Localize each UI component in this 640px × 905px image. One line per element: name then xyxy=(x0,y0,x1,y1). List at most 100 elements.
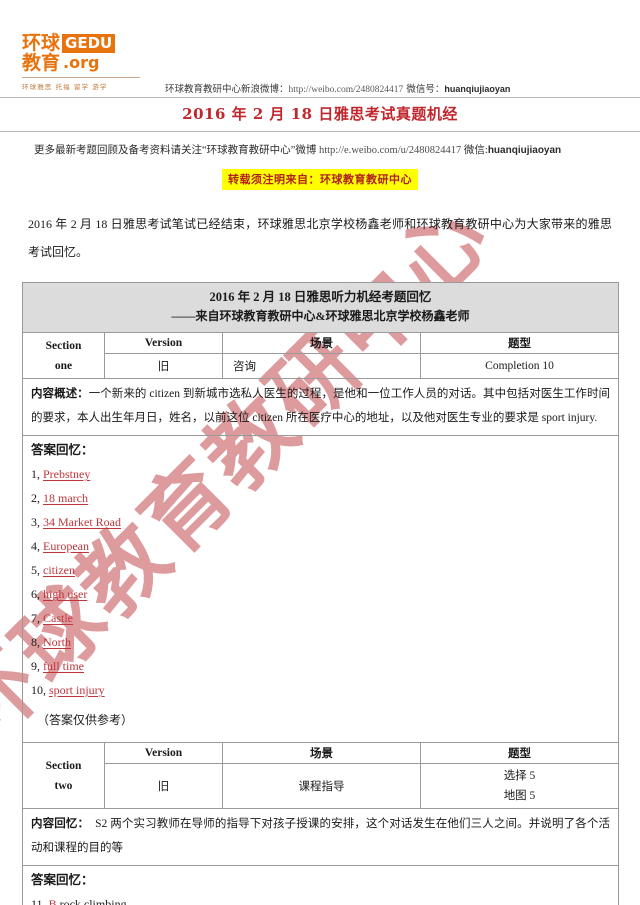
section-one-summary-text: 一个新来的 citizen 到新城市选私人医生的过程，是他和一位工作人员的对话。… xyxy=(31,388,610,424)
answer-text: 34 Market Road xyxy=(43,515,121,529)
header-divider-bottom xyxy=(0,131,640,132)
answer-number: 10, xyxy=(31,683,46,697)
column-header-type: 题型 xyxy=(420,332,619,354)
repost-note-container: 转载须注明来自：环球教育教研中心 xyxy=(0,169,640,190)
follow-wechat-label: 微信: xyxy=(463,145,488,156)
list-item: 6, high user xyxy=(31,582,610,606)
answer-text: 18 march xyxy=(43,491,88,505)
column-header-type-2: 题型 xyxy=(420,742,619,764)
answer-text: high user xyxy=(43,587,88,601)
logo-org-text: .org xyxy=(63,53,100,72)
answer-text: citizen xyxy=(43,563,75,577)
section-one-type-line1: Completion 10 xyxy=(485,360,554,372)
follow-wechat-id: huanqiujiaoyan xyxy=(487,145,562,156)
answer-number: 11, xyxy=(31,897,46,905)
table-title-line2: ——来自环球教育教研中心&环球雅思北京学校杨鑫老师 xyxy=(171,309,470,323)
weibo-label: 环球教育教研中心新浪微博： xyxy=(165,84,289,95)
list-item: 2, 18 march xyxy=(31,486,610,510)
answer-number: 5, xyxy=(31,563,40,577)
logo-chinese-name: 环球 教育 xyxy=(22,33,60,73)
section-one-line1: Section xyxy=(45,339,82,352)
section-one-summary-row: 内容概述：一个新来的 citizen 到新城市选私人医生的过程，是他和一位工作人… xyxy=(22,378,619,436)
list-item: 4, European xyxy=(31,534,610,558)
logo-cn-line2: 教育 xyxy=(22,52,61,74)
logo-gedu-badge: GEDU xyxy=(62,34,116,53)
list-item: 8, North xyxy=(31,630,610,654)
intro-paragraph: 2016 年 2 月 18 日雅思考试笔试已经结束，环球雅思北京学校杨鑫老师和环… xyxy=(28,217,612,259)
masthead: 环球 教育 GEDU .org 环球雅思 托福 留学 游学 环球教育教研中心新浪… xyxy=(0,0,640,98)
section-one-version: 旧 xyxy=(104,353,223,379)
answer-text: full time xyxy=(43,659,84,673)
column-header-scene-2: 场景 xyxy=(222,742,421,764)
section-two-summary-row: 内容回忆： S2 两个实习教师在导师的指导下对孩子授课的安排，这个对话发生在他们… xyxy=(22,808,619,866)
answer-number: 1, xyxy=(31,467,40,481)
section-one-label-cell: Section one xyxy=(22,332,105,379)
section-one-answers-footnote: （答案仅供参考） xyxy=(37,713,134,727)
table-title-row: 2016 年 2 月 18 日雅思听力机经考题回忆 ——来自环球教育教研中心&环… xyxy=(22,282,619,333)
table-header-row-section-one: Section one Version 场景 题型 xyxy=(22,332,619,379)
repost-notice-highlight: 转载须注明来自：环球教育教研中心 xyxy=(222,169,418,190)
exam-recall-table: 2016 年 2 月 18 日雅思听力机经考题回忆 ——来自环球教育教研中心&环… xyxy=(22,282,619,905)
column-header-scene: 场景 xyxy=(222,332,421,354)
logo-english-name: GEDU .org xyxy=(62,34,116,72)
section-two-answers-row: 答案回忆： 11, B rock climbing 12, B 10.15 13… xyxy=(22,865,619,905)
table-header-row-section-two: Section two Version 场景 题型 xyxy=(22,742,619,809)
section-two-line1: Section xyxy=(45,759,82,772)
answer-number: 3, xyxy=(31,515,40,529)
section-two-type-line1: 选择 5 xyxy=(503,770,536,782)
list-item: 10, sport injury xyxy=(31,678,610,702)
answer-text: Castle xyxy=(43,611,73,625)
page-title: 2016 年 2 月 18 日雅思考试真题机经 xyxy=(182,105,458,123)
section-one-scene: 咨询 xyxy=(222,353,421,379)
section-one-summary-cell: 内容概述：一个新来的 citizen 到新城市选私人医生的过程，是他和一位工作人… xyxy=(22,378,619,436)
brand-logo: 环球 教育 GEDU .org 环球雅思 托福 留学 游学 xyxy=(22,33,140,91)
logo-row: 环球 教育 GEDU .org xyxy=(22,33,140,73)
list-item: 5, citizen xyxy=(31,558,610,582)
answer-number: 4, xyxy=(31,539,40,553)
list-item: 7, Castle xyxy=(31,606,610,630)
answer-text: Prebstney xyxy=(43,467,91,481)
section-two-answers-label: 答案回忆： xyxy=(31,873,94,887)
header-divider-top xyxy=(0,97,640,98)
section-two-summary-text: S2 两个实习教师在导师的指导下对孩子授课的安排，这个对话发生在他们三人之间。并… xyxy=(31,818,611,854)
document-page: 环球教育教研中心 环球 教育 GEDU .org 环球雅思 托福 留学 游学 环… xyxy=(0,0,640,905)
answer-number: 6, xyxy=(31,587,40,601)
section-one-line2: one xyxy=(54,359,73,372)
section-two-version: 旧 xyxy=(104,763,223,809)
answer-number: 8, xyxy=(31,635,40,649)
table-row-section-two-values: 旧 课程指导 选择 5 地图 5 xyxy=(23,763,619,809)
follow-prefix: 更多最新考题回顾及备考资料请关注“环球教育教研中心”微博 xyxy=(34,145,317,156)
answer-letter: B xyxy=(48,897,57,905)
column-header-version: Version xyxy=(104,332,223,354)
section-two-type-line2: 地图 5 xyxy=(503,790,536,802)
list-item: 11, B rock climbing xyxy=(31,892,610,905)
answer-text: European xyxy=(43,539,89,553)
table-row-section-one-values: 旧 咨询 Completion 10 xyxy=(23,353,619,379)
section-two-summary-cell: 内容回忆： S2 两个实习教师在导师的指导下对孩子授课的安排，这个对话发生在他们… xyxy=(22,808,619,866)
section-one-answers-row: 答案回忆： 1, Prebstney 2, 18 march 3, 34 Mar… xyxy=(22,435,619,743)
section-one-summary-label: 内容概述： xyxy=(31,388,89,400)
wechat-label: 微信号： xyxy=(406,84,445,95)
table-title-cell: 2016 年 2 月 18 日雅思听力机经考题回忆 ——来自环球教育教研中心&环… xyxy=(22,282,619,333)
logo-tagline: 环球雅思 托福 留学 游学 xyxy=(22,77,140,91)
list-item: 9, full time xyxy=(31,654,610,678)
section-two-summary-label: 内容回忆： xyxy=(31,818,90,830)
list-item: 1, Prebstney xyxy=(31,462,610,486)
table-title-line1: 2016 年 2 月 18 日雅思听力机经考题回忆 xyxy=(209,290,432,304)
section-one-answers-label: 答案回忆： xyxy=(31,443,94,457)
answer-number: 9, xyxy=(31,659,40,673)
section-one-type: Completion 10 xyxy=(420,353,619,379)
section-two-scene: 课程指导 xyxy=(222,763,421,809)
section-two-answers-cell: 答案回忆： 11, B rock climbing 12, B 10.15 13… xyxy=(22,865,619,905)
section-one-answer-list: 1, Prebstney 2, 18 march 3, 34 Market Ro… xyxy=(31,462,610,702)
answer-text: rock climbing xyxy=(59,897,127,905)
weibo-url[interactable]: http://weibo.com/2480824417 xyxy=(289,85,404,95)
follow-weibo-url[interactable]: http://e.weibo.com/u/2480824417 xyxy=(319,145,461,156)
section-one-answers-cell: 答案回忆： 1, Prebstney 2, 18 march 3, 34 Mar… xyxy=(22,435,619,743)
section-two-label-cell: Section two xyxy=(22,742,105,809)
answer-text: North xyxy=(43,635,71,649)
answer-number: 2, xyxy=(31,491,40,505)
column-header-version-2: Version xyxy=(104,742,223,764)
answer-number: 7, xyxy=(31,611,40,625)
section-two-type: 选择 5 地图 5 xyxy=(420,763,619,809)
